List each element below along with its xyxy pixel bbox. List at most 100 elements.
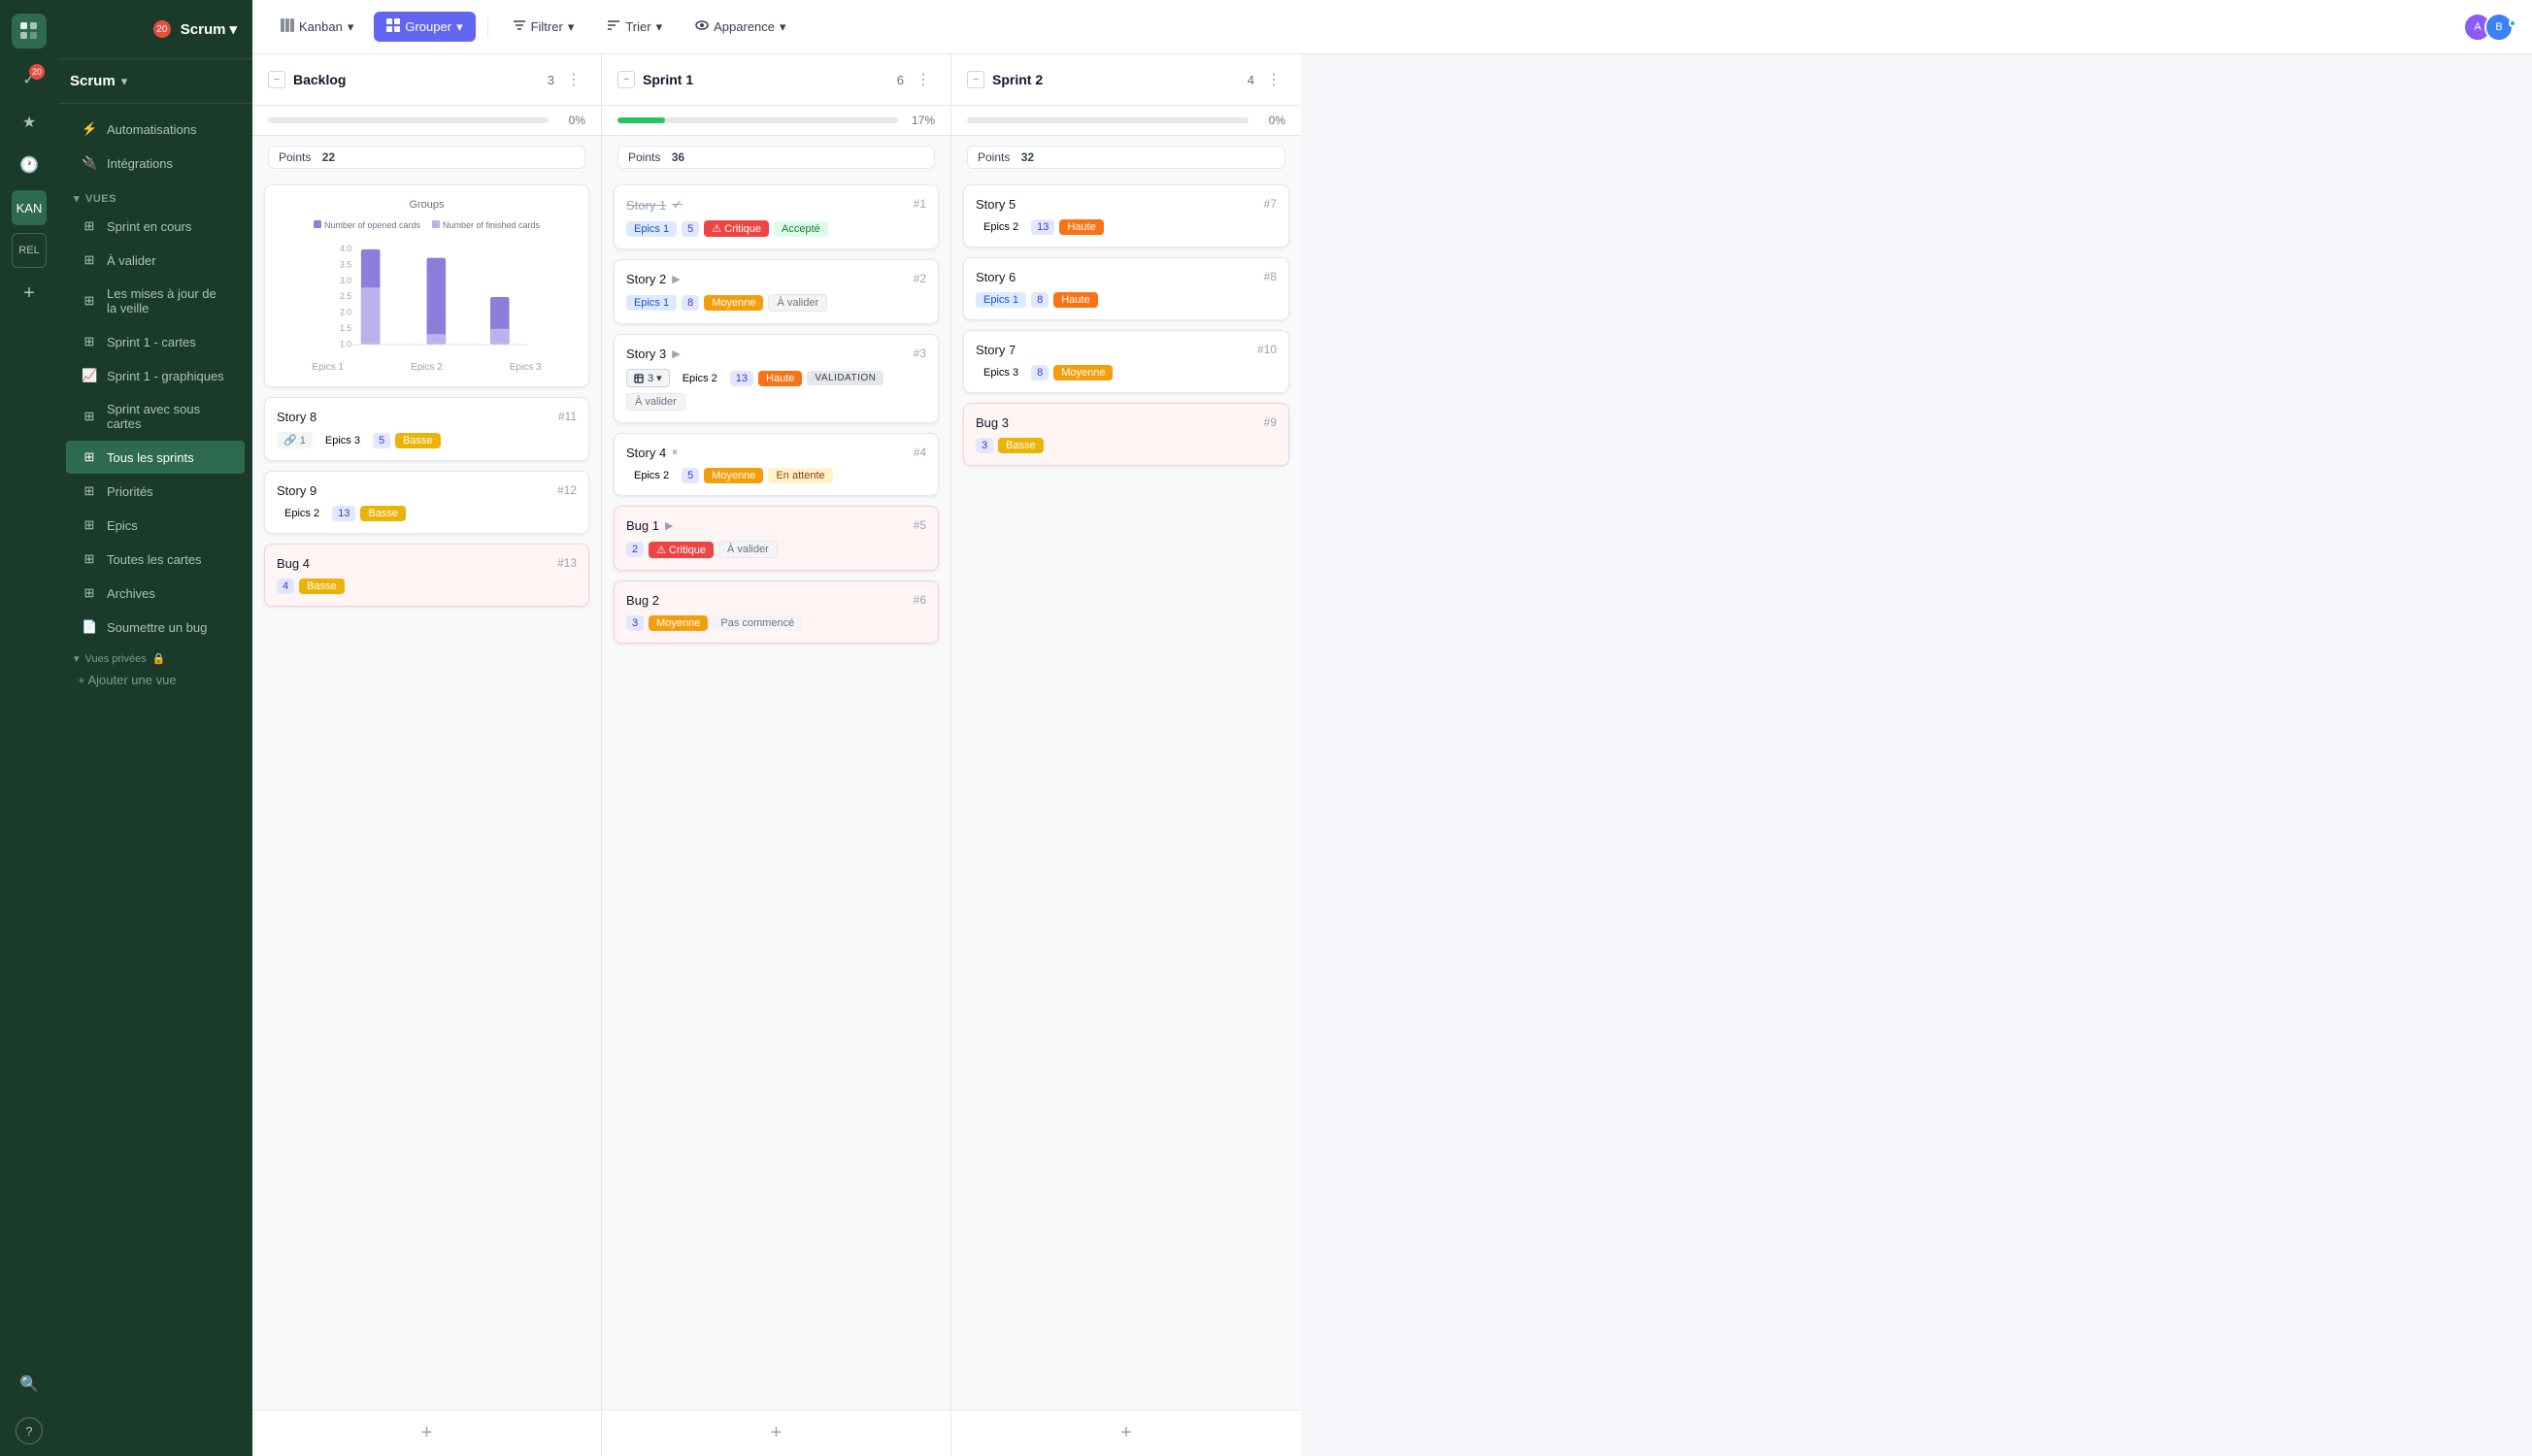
sprint1-points: Points 36 bbox=[617, 146, 935, 169]
sidebar-item-archives[interactable]: ⊞ Archives bbox=[66, 577, 245, 610]
tag-moyenne-b2: Moyenne bbox=[649, 615, 708, 631]
dropdown-tag-3[interactable]: 3 ▾ bbox=[626, 369, 670, 387]
card-story1-tags: Epics 1 5 ⚠ Critique Accepté bbox=[626, 220, 926, 237]
help-icon[interactable]: ? bbox=[16, 1417, 43, 1444]
backlog-progress: 0% bbox=[252, 106, 601, 136]
card-story4-tags: Epics 2 5 Moyenne En attente bbox=[626, 468, 926, 483]
starred-icon[interactable]: ★ bbox=[12, 105, 47, 140]
card-story1-id: #1 bbox=[914, 197, 926, 211]
card-story4[interactable]: Story 4 ⏸ #4 Epics 2 5 Moyenne En attent… bbox=[614, 433, 939, 496]
card-story4-title: Story 4 ⏸ bbox=[626, 446, 678, 460]
sprint1-add-card[interactable]: + bbox=[602, 1409, 950, 1456]
sidebar-item-sprint-en-cours[interactable]: ⊞ Sprint en cours bbox=[66, 210, 245, 243]
sprint1-menu[interactable]: ⋮ bbox=[912, 68, 935, 91]
sidebar-item-tous-les-sprints[interactable]: ⊞ Tous les sprints bbox=[66, 441, 245, 474]
card-story8[interactable]: Story 8 #11 🔗 1 Epics 3 5 Basse bbox=[264, 397, 589, 461]
filter-icon bbox=[513, 18, 526, 35]
add-view-button[interactable]: + Ajouter une vue bbox=[58, 669, 252, 691]
sprint2-add-card[interactable]: + bbox=[951, 1409, 1301, 1456]
sidebar-item-soumettre-bug[interactable]: 📄 Soumettre un bug bbox=[66, 611, 245, 644]
card-bug3-title: Bug 3 bbox=[976, 415, 1009, 430]
release-icon[interactable]: REL bbox=[12, 233, 47, 268]
sprint1-toggle[interactable]: − bbox=[617, 71, 635, 88]
toolbar: Kanban ▾ Grouper ▾ Filtrer ▾ Trier ▾ bbox=[252, 0, 2532, 54]
chevron-down-icon-trier: ▾ bbox=[656, 19, 663, 35]
scrum-header[interactable]: Scrum ▾ bbox=[58, 59, 252, 104]
card-story9-tags: Epics 2 13 Basse bbox=[277, 506, 577, 521]
grouper-btn[interactable]: Grouper ▾ bbox=[374, 12, 475, 42]
sidebar-item-automatisations[interactable]: ⚡ Automatisations bbox=[66, 113, 245, 146]
card-bug3-header: Bug 3 #9 bbox=[976, 415, 1277, 430]
tag-num-4: 4 bbox=[277, 579, 294, 594]
grid-icon-10: ⊞ bbox=[82, 585, 97, 601]
card-story6[interactable]: Story 6 #8 Epics 1 8 Haute bbox=[963, 257, 1289, 320]
sidebar-item-a-valider[interactable]: ⊞ À valider bbox=[66, 244, 245, 277]
card-story1[interactable]: Story 1 ✓ #1 Epics 1 5 ⚠ Critique Accept… bbox=[614, 184, 939, 249]
pause-icon-story4: ⏸ bbox=[672, 447, 678, 459]
card-story6-tags: Epics 1 8 Haute bbox=[976, 292, 1277, 308]
tag-moyenne-s7: Moyenne bbox=[1053, 365, 1113, 381]
notification-badge[interactable]: 20 bbox=[153, 20, 171, 38]
kanban-icon[interactable]: KAN bbox=[12, 190, 47, 225]
svg-text:3.0: 3.0 bbox=[340, 276, 351, 285]
card-bug1[interactable]: Bug 1 ▶ #5 2 ⚠ Critique À valider bbox=[614, 506, 939, 571]
tag-epics2-s4: Epics 2 bbox=[626, 468, 677, 483]
sprint2-menu[interactable]: ⋮ bbox=[1262, 68, 1285, 91]
card-story7[interactable]: Story 7 #10 Epics 3 8 Moyenne bbox=[963, 330, 1289, 393]
card-bug4[interactable]: Bug 4 #13 4 Basse bbox=[264, 544, 589, 607]
app-title[interactable]: Scrum ▾ bbox=[181, 20, 237, 38]
add-icon[interactable]: + bbox=[12, 276, 47, 311]
tag-epics2-s5: Epics 2 bbox=[976, 219, 1026, 235]
sprint2-toggle[interactable]: − bbox=[967, 71, 984, 88]
backlog-menu[interactable]: ⋮ bbox=[562, 68, 585, 91]
trier-btn[interactable]: Trier ▾ bbox=[594, 12, 675, 42]
sidebar-nav: ⚡ Automatisations 🔌 Intégrations ▾ Vues … bbox=[58, 104, 252, 1456]
chevron-down-icon: ▾ bbox=[348, 19, 354, 35]
vues-section-header[interactable]: ▾ Vues bbox=[58, 181, 252, 209]
tag-epics2-s3: Epics 2 bbox=[675, 371, 725, 386]
notifications-icon[interactable]: ✓ 20 bbox=[12, 62, 47, 97]
chart-legend: Number of opened cards Number of finishe… bbox=[279, 220, 575, 231]
tag-en-attente-s4: En attente bbox=[768, 468, 832, 483]
sidebar-item-sprint-sous-cartes[interactable]: ⊞ Sprint avec sous cartes bbox=[66, 393, 245, 440]
card-story5[interactable]: Story 5 #7 Epics 2 13 Haute bbox=[963, 184, 1289, 248]
tag-epics1-s6: Epics 1 bbox=[976, 292, 1026, 308]
column-sprint2: − Sprint 2 4 ⋮ 0% Points 32 Story 5 bbox=[951, 54, 1301, 1456]
card-story2[interactable]: Story 2 ▶ #2 Epics 1 8 Moyenne À valider bbox=[614, 259, 939, 324]
lock-icon: 🔒 bbox=[152, 652, 166, 665]
sidebar-item-epics[interactable]: ⊞ Epics bbox=[66, 509, 245, 542]
card-story9[interactable]: Story 9 #12 Epics 2 13 Basse bbox=[264, 471, 589, 534]
search-sidebar-icon[interactable]: 🔍 bbox=[12, 1367, 47, 1402]
kanban-btn[interactable]: Kanban ▾ bbox=[268, 12, 366, 42]
tag-basse: Basse bbox=[360, 506, 406, 521]
column-sprint2-header: − Sprint 2 4 ⋮ bbox=[951, 54, 1301, 106]
sidebar-item-toutes-les-cartes[interactable]: ⊞ Toutes les cartes bbox=[66, 543, 245, 576]
backlog-progress-bar bbox=[268, 117, 549, 123]
backlog-toggle[interactable]: − bbox=[268, 71, 285, 88]
sidebar-item-priorites[interactable]: ⊞ Priorités bbox=[66, 475, 245, 508]
svg-text:2.5: 2.5 bbox=[340, 291, 351, 301]
sidebar-item-integrations[interactable]: 🔌 Intégrations bbox=[66, 147, 245, 180]
sidebar-item-sprint1-graphiques[interactable]: 📈 Sprint 1 - graphiques bbox=[66, 359, 245, 392]
card-story3[interactable]: Story 3 ▶ #3 3 ▾ Epics 2 13 Haute VA bbox=[614, 334, 939, 423]
doc-icon: 📄 bbox=[82, 619, 97, 635]
backlog-add-card[interactable]: + bbox=[252, 1409, 601, 1456]
chart-labels: Epics 1 Epics 2 Epics 3 bbox=[279, 362, 575, 373]
apparence-btn[interactable]: Apparence ▾ bbox=[683, 12, 798, 42]
column-sprint1-header: − Sprint 1 6 ⋮ bbox=[602, 54, 950, 106]
sidebar-item-sprint1-cartes[interactable]: ⊞ Sprint 1 - cartes bbox=[66, 325, 245, 358]
card-bug2[interactable]: Bug 2 #6 3 Moyenne Pas commencé bbox=[614, 580, 939, 644]
filtrer-btn[interactable]: Filtrer ▾ bbox=[500, 12, 587, 42]
card-bug3[interactable]: Bug 3 #9 3 Basse bbox=[963, 403, 1289, 466]
sprint1-progress-text: 17% bbox=[906, 114, 935, 127]
vues-privees-section[interactable]: ▾ Vues privées 🔒 bbox=[58, 645, 252, 669]
card-story7-tags: Epics 3 8 Moyenne bbox=[976, 365, 1277, 381]
chart-card: Groups Number of opened cards Number of … bbox=[264, 184, 589, 387]
sprint1-cards: Story 1 ✓ #1 Epics 1 5 ⚠ Critique Accept… bbox=[602, 177, 950, 1409]
sprint1-count: 6 bbox=[897, 73, 904, 87]
card-story5-title: Story 5 bbox=[976, 197, 1016, 212]
clock-icon[interactable]: 🕐 bbox=[12, 148, 47, 182]
tag-haute-s3: Haute bbox=[758, 371, 802, 386]
sidebar-item-mises-a-jour[interactable]: ⊞ Les mises à jour de la veille bbox=[66, 278, 245, 324]
logo-icon[interactable] bbox=[12, 14, 47, 49]
